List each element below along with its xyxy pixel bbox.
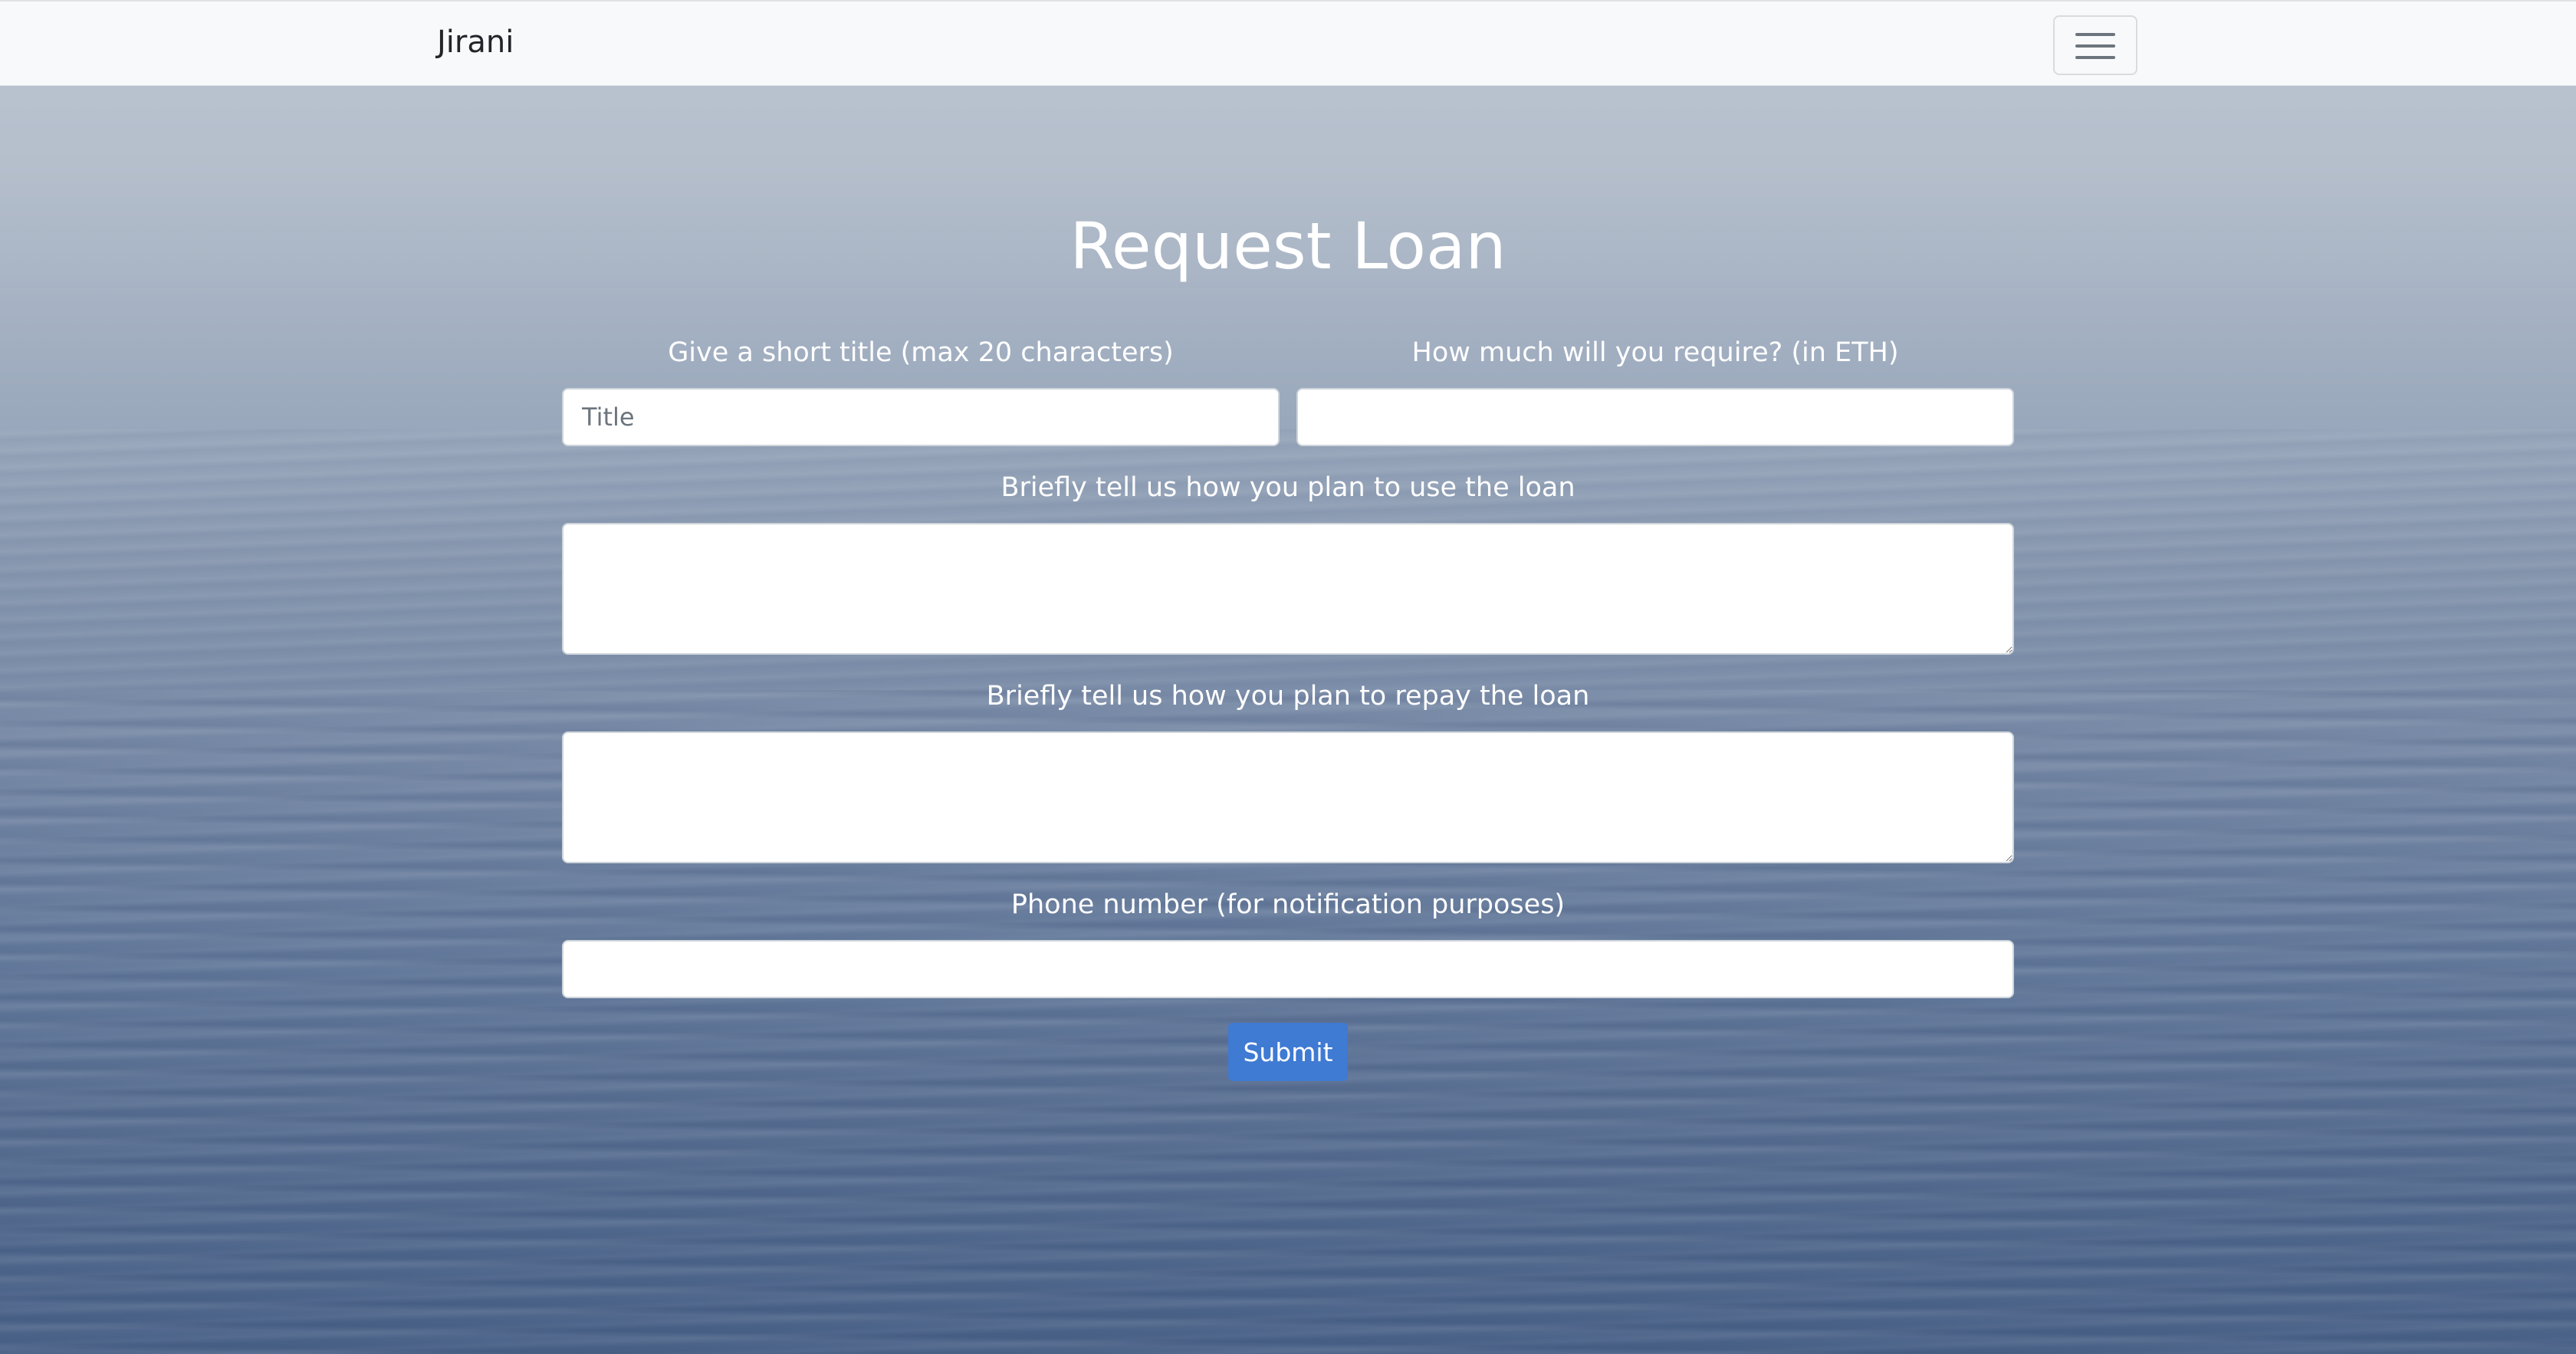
title-input[interactable] <box>562 388 1280 446</box>
loan-repay-textarea[interactable] <box>562 731 2014 863</box>
navbar-brand[interactable]: Jirani <box>437 25 514 60</box>
page: Jirani Request Loan Give a short title (… <box>0 0 2576 1354</box>
submit-button[interactable]: Submit <box>1228 1023 1348 1081</box>
amount-label: How much will you require? (in ETH) <box>1411 337 1899 368</box>
navbar: Jirani <box>0 0 2576 86</box>
hamburger-menu-icon-bar <box>2075 56 2115 59</box>
navbar-toggler-button[interactable] <box>2053 15 2137 75</box>
amount-input[interactable] <box>1296 388 2014 446</box>
hamburger-menu-icon <box>2075 33 2115 36</box>
loan-use-textarea[interactable] <box>562 523 2014 655</box>
loan-use-label: Briefly tell us how you plan to use the … <box>1001 472 1576 503</box>
title-label: Give a short title (max 20 characters) <box>668 337 1174 368</box>
loan-repay-label: Briefly tell us how you plan to repay th… <box>986 681 1590 712</box>
hamburger-menu-icon-bar <box>2075 44 2115 48</box>
page-title: Request Loan <box>1070 209 1506 284</box>
phone-label: Phone number (for notification purposes) <box>1010 889 1566 920</box>
phone-input[interactable] <box>562 940 2014 998</box>
